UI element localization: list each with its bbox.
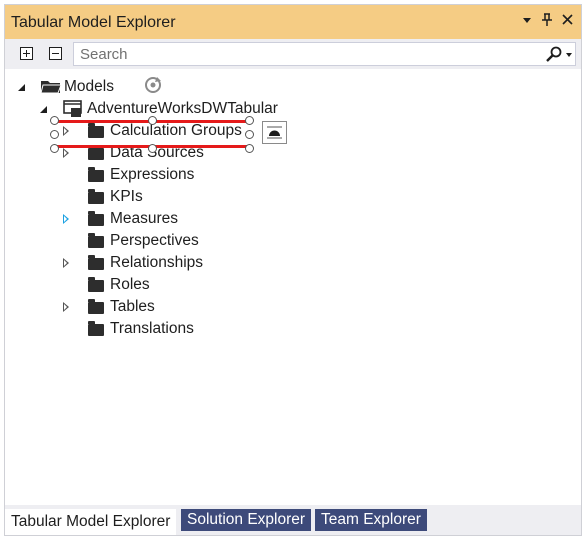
expand-all-icon[interactable] [20,47,33,60]
tree-node-label: Models [64,78,114,95]
expanded-arrow-icon[interactable] [40,106,47,113]
collapsed-arrow-icon[interactable] [63,126,69,136]
tree-node-measures[interactable]: Measures [5,209,265,229]
resize-handle[interactable] [148,144,157,153]
collapsed-arrow-icon[interactable] [63,148,69,158]
tree-node-translations[interactable]: Translations [5,319,265,339]
search-box [73,42,576,66]
refresh-icon[interactable] [142,73,166,102]
tree-node-label: KPIs [110,188,143,205]
folder-icon [88,321,104,336]
search-icon[interactable] [545,46,563,63]
collapse-all-icon[interactable] [49,47,62,60]
tree-node-label: Roles [110,276,150,293]
tree-node-tables[interactable]: Tables [5,297,265,317]
resize-handle[interactable] [245,144,254,153]
toolbar [5,39,581,69]
tree-node-calculation-groups[interactable]: Calculation Groups [5,121,265,141]
model-tree: Models AdventureWorksDWTabular Calculati… [5,69,581,505]
tree-node-perspectives[interactable]: Perspectives [5,231,265,251]
collapsed-arrow-icon[interactable] [63,302,69,312]
tree-node-label: Tables [110,298,155,315]
folder-icon [88,167,104,182]
tree-node-label: Expressions [110,166,195,183]
folder-icon [88,255,104,270]
resize-handle[interactable] [148,116,157,125]
resize-handle[interactable] [50,116,59,125]
folder-icon [88,211,104,226]
title-bar: Tabular Model Explorer [5,5,581,39]
tree-node-label: Data Sources [110,144,204,161]
collapsed-arrow-icon[interactable] [63,258,69,268]
smart-tag-button[interactable] [262,121,287,144]
tabular-model-icon [63,100,83,123]
collapsed-arrow-icon[interactable] [63,214,69,224]
folder-icon [88,233,104,248]
folder-icon [88,123,104,138]
pin-icon[interactable] [539,13,555,29]
models-folder-icon [40,78,62,99]
tree-node-label: Translations [110,320,194,337]
window-title: Tabular Model Explorer [11,14,176,31]
folder-icon [88,277,104,292]
tree-node-label: Perspectives [110,232,199,249]
smart-tag-icon [267,126,282,139]
dropdown-arrow-icon[interactable] [519,13,535,29]
tabular-model-explorer-window: Tabular Model Explorer Models [4,4,582,536]
folder-icon [88,145,104,160]
resize-handle[interactable] [245,130,254,139]
tab-team-explorer[interactable]: Team Explorer [315,509,427,531]
tree-node-models[interactable]: Models [5,77,205,97]
resize-handle[interactable] [245,116,254,125]
folder-icon [88,189,104,204]
tab-strip: Tabular Model Explorer Solution Explorer… [5,505,581,535]
search-options-dropdown[interactable] [566,53,572,57]
tree-node-label: Measures [110,210,179,227]
tab-solution-explorer[interactable]: Solution Explorer [181,509,312,531]
tree-node-label: Relationships [110,254,204,271]
tree-node-expressions[interactable]: Expressions [5,165,265,185]
search-input[interactable] [74,43,520,65]
tree-node-label: Calculation Groups [110,122,242,139]
tree-node-data-sources[interactable]: Data Sources [5,143,265,163]
tree-node-relationships[interactable]: Relationships [5,253,265,273]
tab-tabular-model-explorer[interactable]: Tabular Model Explorer [5,509,177,535]
expanded-arrow-icon[interactable] [18,84,25,91]
tree-node-kpis[interactable]: KPIs [5,187,265,207]
resize-handle[interactable] [50,130,59,139]
folder-icon [88,299,104,314]
resize-handle[interactable] [50,144,59,153]
close-icon[interactable] [559,13,575,29]
tree-node-roles[interactable]: Roles [5,275,265,295]
